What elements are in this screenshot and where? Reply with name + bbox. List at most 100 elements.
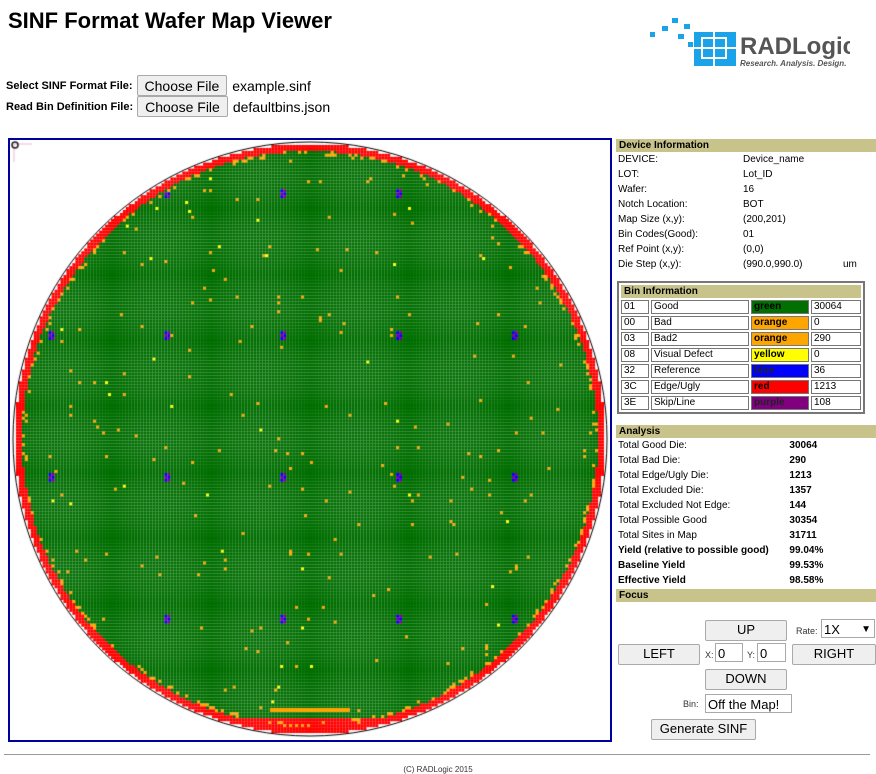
device-info-row: Die Step (x,y): (990.0,990.0) um — [616, 257, 876, 272]
device-info-key: Die Step (x,y): — [618, 259, 682, 270]
rate-label: Rate: — [796, 626, 818, 636]
bin-row: 32 Reference blue 36 — [621, 364, 861, 378]
sinf-file-row: Select SINF Format File: Choose File exa… — [6, 75, 311, 96]
bin-count: 290 — [811, 332, 861, 346]
down-button[interactable]: DOWN — [705, 669, 787, 690]
bin-row: 00 Bad orange 0 — [621, 316, 861, 330]
analysis-row: Effective Yield 98.58% — [616, 573, 876, 588]
bin-info-header: Bin Information — [621, 285, 861, 298]
device-info-row: Ref Point (x,y): (0,0) — [616, 242, 876, 257]
device-info-row: Bin Codes(Good): 01 — [616, 227, 876, 242]
analysis-row: Baseline Yield 99.53% — [616, 558, 876, 573]
bin-name: Visual Defect — [651, 348, 749, 362]
analysis-value: 31711 — [789, 530, 817, 541]
bin-code: 08 — [621, 348, 649, 362]
bin-code: 3C — [621, 380, 649, 394]
device-info-value: (0,0) — [743, 244, 764, 255]
device-info-value: 01 — [743, 229, 755, 240]
info-panel: Device Information DEVICE: Device_name LOT… — [616, 139, 876, 602]
analysis-key: Yield (relative to possible good) — [618, 545, 769, 556]
bin-code: 00 — [621, 316, 649, 330]
analysis-key: Total Possible Good — [618, 515, 707, 526]
analysis-value: 30064 — [789, 440, 818, 451]
analysis-key: Total Good Die: — [618, 440, 687, 451]
analysis-value: 99.53% — [789, 560, 824, 571]
device-info-key: Map Size (x,y): — [618, 214, 685, 225]
rate-value: 1X — [824, 622, 840, 637]
bin-name: Reference — [651, 364, 749, 378]
bin-count: 0 — [811, 348, 861, 362]
sinf-file-name: example.sinf — [232, 77, 311, 94]
device-info-key: Ref Point (x,y): — [618, 244, 685, 255]
bin-info-table: Bin Information 01 Good green 30064 00 Bad ora… — [617, 281, 865, 414]
bin-count: 1213 — [811, 380, 861, 394]
radlogic-logo: RADLogic Research. Analysis. Design. — [650, 18, 850, 68]
device-info-row: Notch Location: BOT — [616, 197, 876, 212]
bin-row: 08 Visual Defect yellow 0 — [621, 348, 861, 362]
sinf-choose-file-button[interactable]: Choose File — [136, 75, 228, 96]
bin-row: 3C Edge/Ugly red 1213 — [621, 380, 861, 394]
y-input[interactable]: 0 — [757, 643, 786, 662]
bin-row: 03 Bad2 orange 290 — [621, 332, 861, 346]
device-info-key: Bin Codes(Good): — [618, 229, 699, 240]
device-info-key: DEVICE: — [618, 154, 659, 165]
analysis-row: Total Excluded Not Edge: 144 — [616, 498, 876, 513]
footer-divider — [4, 754, 870, 755]
analysis-header: Analysis — [616, 425, 876, 438]
right-button[interactable]: RIGHT — [792, 644, 876, 665]
bin-count: 0 — [811, 316, 861, 330]
analysis-key: Total Edge/Ugly Die: — [618, 470, 709, 481]
bin-color: yellow — [751, 348, 809, 362]
device-info-unit: um — [843, 259, 857, 270]
focus-header: Focus — [616, 589, 876, 602]
bin-count: 36 — [811, 364, 861, 378]
left-button[interactable]: LEFT — [618, 644, 700, 665]
rate-select[interactable]: 1X ▼ — [821, 619, 875, 638]
analysis-value: 290 — [789, 455, 807, 466]
bin-color: blue — [751, 364, 809, 378]
analysis-row: Total Possible Good 30354 — [616, 513, 876, 528]
wafer-map-canvas[interactable] — [10, 140, 610, 740]
analysis-value: 144 — [789, 500, 807, 511]
analysis-key: Effective Yield — [618, 575, 686, 586]
device-info-key: Wafer: — [618, 184, 648, 195]
up-button[interactable]: UP — [705, 620, 787, 641]
bin-file-row: Read Bin Definition File: Choose File de… — [6, 96, 330, 117]
sinf-file-label: Select SINF Format File: — [6, 79, 133, 92]
generate-sinf-button[interactable]: Generate SINF — [651, 719, 756, 740]
bin-choose-file-button[interactable]: Choose File — [137, 96, 228, 117]
device-info-row: Map Size (x,y): (200,201) — [616, 212, 876, 227]
bin-name: Bad — [651, 316, 749, 330]
device-info-value: 16 — [743, 184, 755, 195]
svg-text:RADLogic: RADLogic — [740, 33, 850, 60]
device-info-value: (200,201) — [743, 214, 786, 225]
analysis-value: 30354 — [789, 515, 818, 526]
copyright: (C) RADLogic 2015 — [403, 765, 473, 774]
device-info-key: Notch Location: — [618, 199, 688, 210]
x-input[interactable]: 0 — [715, 643, 743, 662]
x-label: X: — [705, 650, 714, 660]
bin-name: Good — [651, 300, 749, 314]
bin-row: 01 Good green 30064 — [621, 300, 861, 314]
device-info-value: Lot_ID — [743, 169, 773, 180]
analysis-key: Total Sites in Map — [618, 530, 697, 541]
y-label: Y: — [747, 650, 756, 660]
analysis-key: Total Excluded Die: — [618, 485, 704, 496]
device-info-row: DEVICE: Device_name — [616, 152, 876, 167]
analysis-row: Total Good Die: 30064 — [616, 438, 876, 453]
device-info-value: (990.0,990.0) — [743, 259, 803, 270]
analysis-row: Yield (relative to possible good) 99.04% — [616, 543, 876, 558]
bin-color: red — [751, 380, 809, 394]
device-info-value: Device_name — [743, 154, 805, 165]
bin-code: 03 — [621, 332, 649, 346]
bin-name: Edge/Ugly — [651, 380, 749, 394]
bin-name: Bad2 — [651, 332, 749, 346]
page-title: SINF Format Wafer Map Viewer — [8, 8, 332, 33]
bin-file-label: Read Bin Definition File: — [6, 100, 134, 113]
bin-count: 30064 — [811, 300, 861, 314]
device-info-row: Wafer: 16 — [616, 182, 876, 197]
bin-count: 108 — [811, 396, 861, 410]
bin-row: 3E Skip/Line purple 108 — [621, 396, 861, 410]
bin-code: 01 — [621, 300, 649, 314]
bin-code: 3E — [621, 396, 649, 410]
